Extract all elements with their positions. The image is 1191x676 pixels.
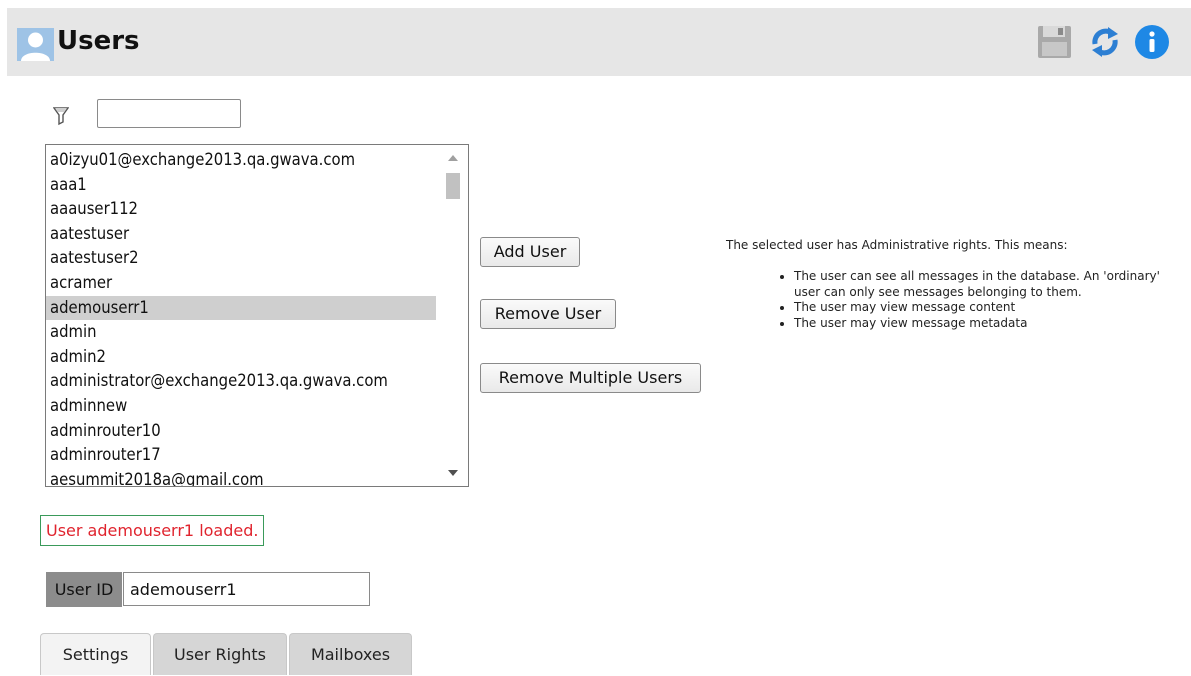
user-list-item[interactable]: aatestuser2	[46, 246, 436, 271]
scroll-up-arrow[interactable]	[448, 155, 458, 161]
user-list-item[interactable]: admin2	[46, 345, 436, 370]
scroll-down-arrow[interactable]	[448, 470, 458, 476]
user-list-items: a0izyu01@exchange2013.qa.gwava.com aaa1 aa…	[46, 148, 436, 486]
refresh-icon[interactable]	[1087, 24, 1123, 60]
user-listbox[interactable]: a0izyu01@exchange2013.qa.gwava.com aaa1 aa…	[45, 144, 469, 487]
rights-info-list: The user can see all messages in the dat…	[726, 269, 1166, 331]
filter-input[interactable]	[97, 99, 241, 128]
info-icon[interactable]	[1134, 24, 1170, 60]
user-list-item[interactable]: ademouserr1	[46, 295, 436, 321]
remove-user-button[interactable]: Remove User	[480, 299, 616, 329]
tab-mailboxes[interactable]: Mailboxes	[289, 633, 412, 675]
user-id-field[interactable]	[123, 572, 370, 606]
rights-info-bullet: The user may view message metadata	[794, 316, 1166, 332]
user-list-item[interactable]: aaa1	[46, 173, 436, 198]
rights-info-bullet: The user may view message content	[794, 300, 1166, 316]
users-page: Users a0izyu01@exchange2013.qa.gwava.com…	[7, 8, 1191, 675]
user-list-item[interactable]: adminrouter17	[46, 443, 436, 468]
add-user-button[interactable]: Add User	[480, 237, 580, 267]
user-list-item[interactable]: adminnew	[46, 394, 436, 419]
page-title: Users	[57, 26, 140, 56]
user-list-item[interactable]: acramer	[46, 271, 436, 296]
user-list-item[interactable]: aaauser112	[46, 197, 436, 222]
tab-settings[interactable]: Settings	[40, 633, 151, 675]
user-id-label: User ID	[46, 572, 122, 607]
scroll-thumb[interactable]	[446, 173, 460, 199]
user-list-item[interactable]: aesummit2018a@gmail.com	[46, 468, 436, 486]
user-avatar-icon	[17, 28, 54, 61]
tab-user-rights[interactable]: User Rights	[153, 633, 287, 675]
user-list-item[interactable]: a0izyu01@exchange2013.qa.gwava.com	[46, 148, 436, 173]
user-list-item[interactable]: aatestuser	[46, 222, 436, 247]
user-list-item[interactable]: adminrouter10	[46, 419, 436, 444]
status-message: User ademouserr1 loaded.	[40, 515, 265, 546]
rights-info-heading: The selected user has Administrative rig…	[726, 238, 1068, 252]
user-list-item[interactable]: admin	[46, 320, 436, 345]
rights-info-bullet: The user can see all messages in the dat…	[794, 269, 1166, 300]
filter-icon	[52, 106, 70, 126]
list-scrollbar[interactable]	[438, 145, 468, 486]
rights-info-panel: The selected user has Administrative rig…	[726, 237, 1166, 331]
remove-multiple-users-button[interactable]: Remove Multiple Users	[480, 363, 701, 393]
user-list-item[interactable]: administrator@exchange2013.qa.gwava.com	[46, 369, 436, 394]
page-header: Users	[7, 8, 1191, 76]
save-icon[interactable]	[1037, 24, 1073, 60]
